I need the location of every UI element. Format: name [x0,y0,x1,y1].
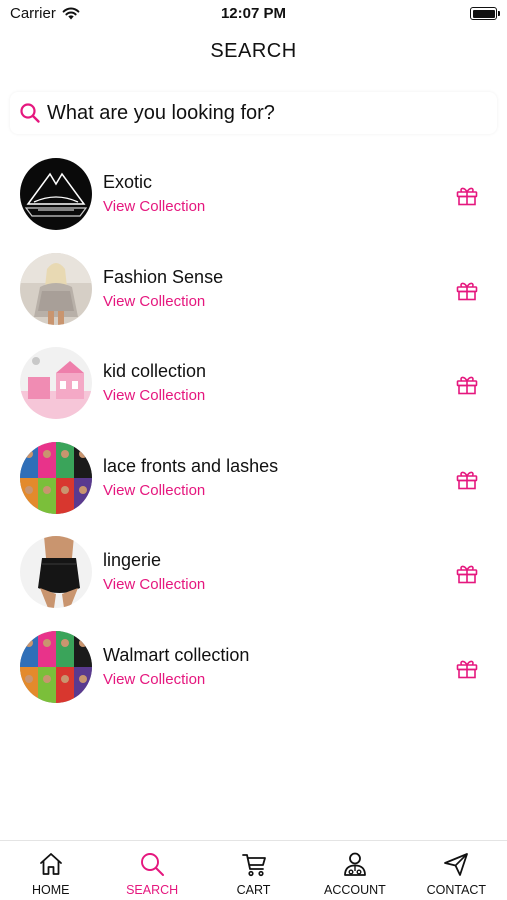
account-icon [344,852,366,876]
tab-search[interactable]: SEARCH [101,841,202,900]
collection-thumbnail [20,158,92,230]
tab-cart[interactable]: CART [203,841,304,900]
view-collection-link[interactable]: View Collection [103,576,205,593]
tab-label: SEARCH [126,883,179,897]
list-item[interactable]: lingerie View Collection [0,526,507,621]
home-icon [39,853,62,875]
cart-icon [241,854,266,877]
view-collection-link[interactable]: View Collection [103,387,206,404]
tab-label: HOME [31,883,70,897]
status-time: 12:07 PM [220,5,287,22]
collection-name: Exotic [103,172,153,192]
gift-icon[interactable] [455,372,479,396]
view-collection-link[interactable]: View Collection [103,293,223,310]
collection-thumbnail [20,630,92,703]
gift-icon[interactable] [455,183,479,207]
collection-list: Exotic View Collection Fashion Sense Vie… [0,148,507,715]
view-collection-link[interactable]: View Collection [103,482,278,499]
view-collection-link[interactable]: View Collection [103,671,249,688]
view-collection-link[interactable]: View Collection [103,198,205,215]
search-icon [20,103,40,123]
tab-account[interactable]: ACCOUNT [304,841,405,900]
gift-icon[interactable] [455,467,479,491]
search-input[interactable] [47,101,467,125]
gift-icon[interactable] [455,561,479,585]
collection-name: Walmart collection [103,644,250,665]
send-icon [444,853,469,876]
search-bar[interactable] [10,92,497,134]
tab-label: CART [236,883,271,897]
page-title: SEARCH [210,40,297,62]
list-item[interactable]: Exotic View Collection [0,148,507,243]
collection-name: Fashion Sense [103,266,224,287]
gift-icon[interactable] [455,656,479,680]
tab-label: CONTACT [426,883,487,897]
list-item[interactable]: Fashion Sense View Collection [0,243,507,338]
collection-thumbnail [20,252,92,325]
list-item[interactable]: kid collection View Collection [0,337,507,432]
tab-bar: HOME SEARCH CART ACCOUNT CONTACT [0,840,507,900]
collection-thumbnail [20,347,92,419]
gift-icon[interactable] [455,278,479,302]
collection-name: lace fronts and lashes [103,455,279,476]
list-item[interactable]: Walmart collection View Collection [0,621,507,716]
tab-label: ACCOUNT [324,883,386,897]
list-item[interactable]: lace fronts and lashes View Collection [0,432,507,527]
tab-home[interactable]: HOME [0,841,101,900]
tab-contact[interactable]: CONTACT [406,841,507,900]
collection-thumbnail [20,536,92,608]
collection-name: kid collection [103,361,207,381]
collection-thumbnail [20,441,92,514]
search-icon [141,853,165,876]
battery-icon [470,7,500,20]
status-bar: Carrier 12:07 PM [0,0,507,28]
collection-name: lingerie [103,550,162,570]
